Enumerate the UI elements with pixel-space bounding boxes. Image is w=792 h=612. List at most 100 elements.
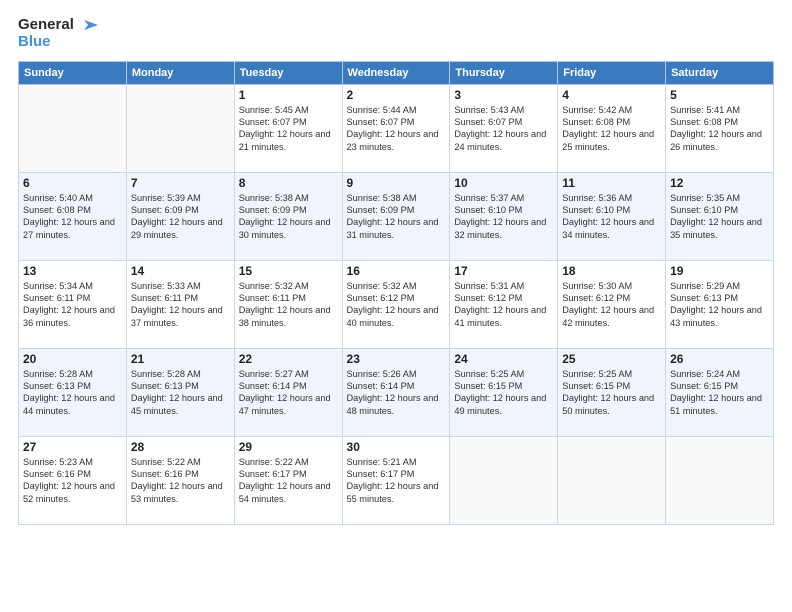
day-number: 22 <box>239 352 338 366</box>
calendar-cell: 23Sunrise: 5:26 AM Sunset: 6:14 PM Dayli… <box>342 348 450 436</box>
calendar-table: SundayMondayTuesdayWednesdayThursdayFrid… <box>18 61 774 525</box>
day-number: 29 <box>239 440 338 454</box>
day-info: Sunrise: 5:37 AM Sunset: 6:10 PM Dayligh… <box>454 192 553 242</box>
calendar-week-1: 1 Sunrise: 5:45 AM Sunset: 6:07 PM Daylig… <box>19 84 774 172</box>
day-info: Sunrise: 5:32 AM Sunset: 6:12 PM Dayligh… <box>347 280 446 330</box>
calendar-cell: 14 Sunrise: 5:33 AM Sunset: 6:11 PM Dayli… <box>126 260 234 348</box>
calendar-cell: 9Sunrise: 5:38 AM Sunset: 6:09 PM Daylig… <box>342 172 450 260</box>
logo: General Blue <box>18 16 98 51</box>
day-number: 21 <box>131 352 230 366</box>
day-header-thursday: Thursday <box>450 61 558 84</box>
day-number: 11 <box>562 176 661 190</box>
day-info: Sunrise: 5:22 AM Sunset: 6:17 PM Dayligh… <box>239 456 338 506</box>
day-info: Sunrise: 5:39 AM Sunset: 6:09 PM Dayligh… <box>131 192 230 242</box>
day-number: 12 <box>670 176 769 190</box>
day-info: Sunrise: 5:41 AM Sunset: 6:08 PM Dayligh… <box>670 104 769 154</box>
calendar-cell: 22 Sunrise: 5:27 AM Sunset: 6:14 PM Dayli… <box>234 348 342 436</box>
day-number: 16 <box>347 264 446 278</box>
calendar-cell <box>126 84 234 172</box>
day-number: 15 <box>239 264 338 278</box>
calendar-cell: 17 Sunrise: 5:31 AM Sunset: 6:12 PM Dayli… <box>450 260 558 348</box>
calendar-week-5: 27 Sunrise: 5:23 AM Sunset: 6:16 PM Dayli… <box>19 436 774 524</box>
day-number: 3 <box>454 88 553 102</box>
day-number: 28 <box>131 440 230 454</box>
day-number: 26 <box>670 352 769 366</box>
day-number: 17 <box>454 264 553 278</box>
calendar-cell: 11 Sunrise: 5:36 AM Sunset: 6:10 PM Dayli… <box>558 172 666 260</box>
calendar-cell: 13 Sunrise: 5:34 AM Sunset: 6:11 PM Dayli… <box>19 260 127 348</box>
day-info: Sunrise: 5:38 AM Sunset: 6:09 PM Dayligh… <box>239 192 338 242</box>
day-info: Sunrise: 5:36 AM Sunset: 6:10 PM Dayligh… <box>562 192 661 242</box>
day-number: 24 <box>454 352 553 366</box>
day-info: Sunrise: 5:24 AM Sunset: 6:15 PM Dayligh… <box>670 368 769 418</box>
day-number: 4 <box>562 88 661 102</box>
calendar-cell: 2Sunrise: 5:44 AM Sunset: 6:07 PM Daylig… <box>342 84 450 172</box>
day-number: 18 <box>562 264 661 278</box>
calendar-cell: 15 Sunrise: 5:32 AM Sunset: 6:11 PM Dayli… <box>234 260 342 348</box>
day-info: Sunrise: 5:30 AM Sunset: 6:12 PM Dayligh… <box>562 280 661 330</box>
day-info: Sunrise: 5:43 AM Sunset: 6:07 PM Dayligh… <box>454 104 553 154</box>
day-number: 8 <box>239 176 338 190</box>
calendar-cell <box>450 436 558 524</box>
day-info: Sunrise: 5:25 AM Sunset: 6:15 PM Dayligh… <box>562 368 661 418</box>
day-number: 9 <box>347 176 446 190</box>
day-number: 1 <box>239 88 338 102</box>
day-info: Sunrise: 5:29 AM Sunset: 6:13 PM Dayligh… <box>670 280 769 330</box>
day-number: 23 <box>347 352 446 366</box>
calendar-cell: 8 Sunrise: 5:38 AM Sunset: 6:09 PM Daylig… <box>234 172 342 260</box>
day-number: 27 <box>23 440 122 454</box>
day-info: Sunrise: 5:33 AM Sunset: 6:11 PM Dayligh… <box>131 280 230 330</box>
day-number: 25 <box>562 352 661 366</box>
day-info: Sunrise: 5:44 AM Sunset: 6:07 PM Dayligh… <box>347 104 446 154</box>
day-info: Sunrise: 5:35 AM Sunset: 6:10 PM Dayligh… <box>670 192 769 242</box>
day-number: 14 <box>131 264 230 278</box>
calendar-cell: 24 Sunrise: 5:25 AM Sunset: 6:15 PM Dayli… <box>450 348 558 436</box>
day-info: Sunrise: 5:34 AM Sunset: 6:11 PM Dayligh… <box>23 280 122 330</box>
calendar-cell: 3 Sunrise: 5:43 AM Sunset: 6:07 PM Daylig… <box>450 84 558 172</box>
day-info: Sunrise: 5:40 AM Sunset: 6:08 PM Dayligh… <box>23 192 122 242</box>
day-info: Sunrise: 5:28 AM Sunset: 6:13 PM Dayligh… <box>23 368 122 418</box>
calendar-week-2: 6 Sunrise: 5:40 AM Sunset: 6:08 PM Daylig… <box>19 172 774 260</box>
calendar-cell <box>558 436 666 524</box>
day-number: 30 <box>347 440 446 454</box>
calendar-cell: 25 Sunrise: 5:25 AM Sunset: 6:15 PM Dayli… <box>558 348 666 436</box>
calendar-cell: 10 Sunrise: 5:37 AM Sunset: 6:10 PM Dayli… <box>450 172 558 260</box>
day-info: Sunrise: 5:42 AM Sunset: 6:08 PM Dayligh… <box>562 104 661 154</box>
calendar-cell: 21 Sunrise: 5:28 AM Sunset: 6:13 PM Dayli… <box>126 348 234 436</box>
bird-icon <box>76 16 98 34</box>
day-number: 13 <box>23 264 122 278</box>
day-header-monday: Monday <box>126 61 234 84</box>
calendar-cell: 1 Sunrise: 5:45 AM Sunset: 6:07 PM Daylig… <box>234 84 342 172</box>
day-info: Sunrise: 5:45 AM Sunset: 6:07 PM Dayligh… <box>239 104 338 154</box>
calendar-week-3: 13 Sunrise: 5:34 AM Sunset: 6:11 PM Dayli… <box>19 260 774 348</box>
day-info: Sunrise: 5:22 AM Sunset: 6:16 PM Dayligh… <box>131 456 230 506</box>
day-number: 7 <box>131 176 230 190</box>
page-header: General Blue <box>18 16 774 51</box>
day-info: Sunrise: 5:32 AM Sunset: 6:11 PM Dayligh… <box>239 280 338 330</box>
calendar-cell: 7 Sunrise: 5:39 AM Sunset: 6:09 PM Daylig… <box>126 172 234 260</box>
logo-graphic: General Blue <box>18 16 98 51</box>
calendar-cell: 12 Sunrise: 5:35 AM Sunset: 6:10 PM Dayli… <box>666 172 774 260</box>
day-info: Sunrise: 5:27 AM Sunset: 6:14 PM Dayligh… <box>239 368 338 418</box>
day-number: 10 <box>454 176 553 190</box>
calendar-cell: 26 Sunrise: 5:24 AM Sunset: 6:15 PM Dayli… <box>666 348 774 436</box>
calendar-cell: 16 Sunrise: 5:32 AM Sunset: 6:12 PM Dayli… <box>342 260 450 348</box>
calendar-cell: 5Sunrise: 5:41 AM Sunset: 6:08 PM Daylig… <box>666 84 774 172</box>
calendar-cell <box>666 436 774 524</box>
day-header-saturday: Saturday <box>666 61 774 84</box>
day-info: Sunrise: 5:25 AM Sunset: 6:15 PM Dayligh… <box>454 368 553 418</box>
day-number: 19 <box>670 264 769 278</box>
calendar-cell: 28 Sunrise: 5:22 AM Sunset: 6:16 PM Dayli… <box>126 436 234 524</box>
day-header-friday: Friday <box>558 61 666 84</box>
day-header-tuesday: Tuesday <box>234 61 342 84</box>
calendar-cell <box>19 84 127 172</box>
day-info: Sunrise: 5:31 AM Sunset: 6:12 PM Dayligh… <box>454 280 553 330</box>
day-number: 6 <box>23 176 122 190</box>
calendar-cell: 20 Sunrise: 5:28 AM Sunset: 6:13 PM Dayli… <box>19 348 127 436</box>
day-info: Sunrise: 5:28 AM Sunset: 6:13 PM Dayligh… <box>131 368 230 418</box>
day-number: 20 <box>23 352 122 366</box>
calendar-cell: 30Sunrise: 5:21 AM Sunset: 6:17 PM Dayli… <box>342 436 450 524</box>
calendar-cell: 4 Sunrise: 5:42 AM Sunset: 6:08 PM Daylig… <box>558 84 666 172</box>
day-info: Sunrise: 5:23 AM Sunset: 6:16 PM Dayligh… <box>23 456 122 506</box>
calendar-cell: 29 Sunrise: 5:22 AM Sunset: 6:17 PM Dayli… <box>234 436 342 524</box>
